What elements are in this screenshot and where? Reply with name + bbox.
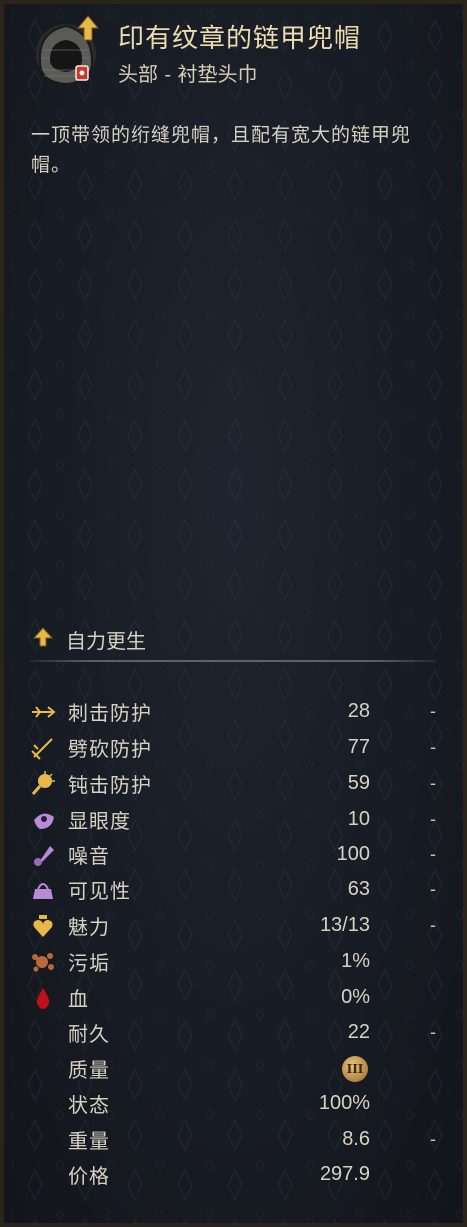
stat-row-dirt: 污垢 1% [30, 944, 440, 979]
stat-value: 13/13 [319, 914, 370, 936]
item-name: 印有纹章的链甲兜帽 [118, 24, 362, 54]
stat-compare: - [430, 1022, 436, 1042]
stat-label: 重量 [68, 1129, 110, 1153]
stat-value: 297.9 [319, 1163, 370, 1185]
stat-row-blunt: 钝击防护 59 - [30, 766, 440, 801]
stat-value: 59 [347, 772, 370, 794]
stat-label: 质量 [68, 1058, 110, 1082]
stat-value: 8.6 [342, 1128, 370, 1150]
stat-row-charisma: 魅力 13/13 - [30, 908, 440, 943]
stat-value: 22 [347, 1021, 370, 1043]
quality-badge-icon: III [342, 1055, 368, 1082]
stat-compare: - [430, 844, 436, 864]
stat-row-visibility: 可见性 63 - [30, 872, 440, 907]
stat-row-quality: 质量 III [30, 1051, 440, 1086]
stat-label: 价格 [68, 1164, 110, 1188]
stat-value: 0% [341, 986, 370, 1008]
stat-value: 63 [347, 878, 370, 900]
divider [30, 660, 436, 662]
stat-row-noise: 噪音 100 - [30, 837, 440, 872]
blood-drop-icon [30, 985, 56, 1011]
stat-compare: - [430, 809, 436, 829]
upgrade-label: 自力更生 [66, 628, 146, 653]
visibility-icon [30, 877, 56, 903]
upgrade-perk: 自力更生 [32, 624, 146, 654]
stat-value: 100 [336, 843, 370, 865]
stat-row-price: 价格 297.9 [30, 1157, 440, 1192]
stat-label: 显眼度 [68, 809, 131, 833]
stat-compare: - [430, 879, 436, 899]
chainmail-coif-icon [30, 14, 104, 88]
stat-label: 可见性 [68, 879, 131, 903]
noise-icon [30, 842, 56, 868]
stat-compare: - [430, 737, 436, 757]
stat-label: 钝击防护 [68, 773, 152, 797]
stab-protection-icon [30, 699, 56, 725]
slash-protection-icon [30, 735, 56, 761]
blunt-protection-icon [30, 770, 56, 797]
stat-compare: - [430, 701, 436, 721]
stat-label: 劈砍防护 [68, 737, 152, 761]
stat-row-weight: 重量 8.6 - [30, 1122, 440, 1157]
stat-value: 100% [318, 1092, 370, 1114]
stat-compare: - [430, 1129, 436, 1149]
charisma-icon [30, 913, 56, 939]
dirt-icon [30, 949, 56, 975]
stat-compare: - [430, 773, 436, 793]
stat-value: 1% [341, 950, 370, 972]
item-description: 一顶带领的绗缝兜帽，且配有宽大的链甲兜帽。 [31, 124, 412, 176]
item-slot: 头部 - 衬垫头巾 [118, 62, 258, 86]
up-arrow-icon [32, 626, 54, 652]
stat-row-slash: 劈砍防护 77 - [30, 730, 440, 765]
stat-label: 耐久 [68, 1022, 110, 1046]
stat-label: 血 [68, 987, 89, 1011]
stat-label: 噪音 [68, 844, 110, 868]
stat-row-blood: 血 0% [30, 980, 440, 1015]
stat-row-conspicuousness: 显眼度 10 - [30, 802, 440, 837]
stat-value: 77 [347, 736, 370, 758]
stat-label: 刺击防护 [68, 701, 152, 725]
stat-row-durability: 耐久 22 - [30, 1015, 440, 1050]
stat-label: 状态 [68, 1093, 110, 1117]
stat-value: 10 [347, 808, 370, 830]
stat-row-condition: 状态 100% [30, 1086, 440, 1121]
stat-row-stab: 刺击防护 28 - [30, 694, 440, 729]
stat-compare: - [430, 915, 436, 935]
stat-label: 魅力 [68, 915, 110, 939]
conspicuousness-icon [30, 807, 56, 833]
stat-value: 28 [347, 700, 370, 722]
stat-label: 污垢 [68, 951, 110, 975]
